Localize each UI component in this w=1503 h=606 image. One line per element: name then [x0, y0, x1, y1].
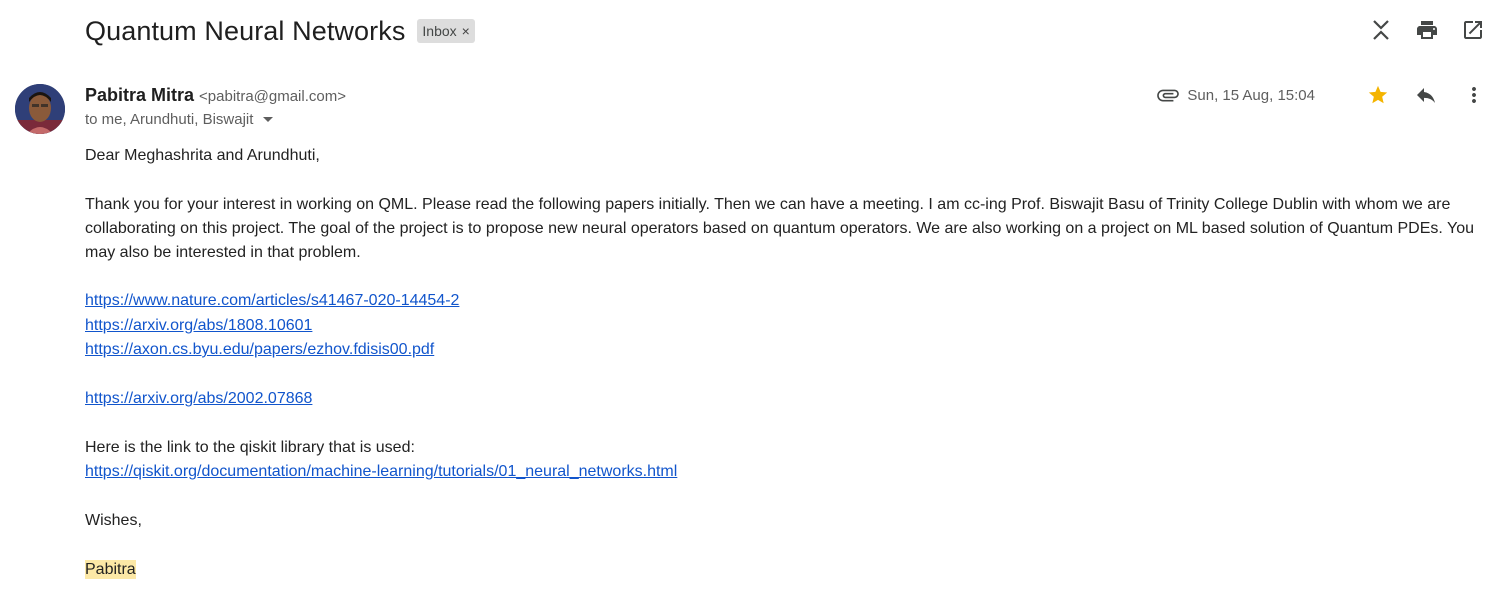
sender-name[interactable]: Pabitra Mitra	[85, 85, 194, 106]
greeting: Dear Meghashrita and Arundhuti,	[85, 147, 320, 164]
subject-row: Quantum Neural Networks Inbox ×	[85, 12, 475, 50]
closing: Wishes,	[85, 512, 142, 529]
reply-icon[interactable]	[1413, 82, 1439, 108]
signature: Pabitra	[85, 559, 136, 579]
paper-link[interactable]: https://www.nature.com/articles/s41467-0…	[85, 289, 1485, 314]
email-view: Quantum Neural Networks Inbox × Pabitra …	[0, 0, 1503, 606]
paper-link[interactable]: https://arxiv.org/abs/1808.10601	[85, 314, 1485, 339]
recipients-line: to me, Arundhuti, Biswajit	[85, 111, 274, 128]
star-icon[interactable]	[1365, 82, 1391, 108]
qiskit-link[interactable]: https://qiskit.org/documentation/machine…	[85, 460, 1485, 485]
print-icon[interactable]	[1415, 18, 1439, 42]
paper-link[interactable]: https://axon.cs.byu.edu/papers/ezhov.fdi…	[85, 338, 1485, 363]
email-subject: Quantum Neural Networks	[85, 15, 406, 46]
more-vert-icon[interactable]	[1461, 82, 1487, 108]
inbox-label-chip[interactable]: Inbox ×	[417, 19, 475, 43]
paper-link[interactable]: https://arxiv.org/abs/2002.07868	[85, 387, 1485, 412]
message-meta: Sun, 15 Aug, 15:04	[1155, 82, 1487, 108]
body-paragraph: Thank you for your interest in working o…	[85, 195, 1474, 261]
open-in-new-window-icon[interactable]	[1461, 18, 1485, 42]
recipients-text: to me, Arundhuti, Biswajit	[85, 111, 254, 128]
thread-actions	[1369, 18, 1485, 42]
attachment-icon	[1155, 82, 1181, 108]
sender-line: Pabitra Mitra <pabitra@gmail.com>	[85, 85, 346, 106]
show-details-dropdown-icon[interactable]	[263, 117, 274, 122]
label-chip-text: Inbox	[422, 22, 457, 39]
sender-avatar[interactable]	[15, 84, 65, 134]
sender-email: <pabitra@gmail.com>	[199, 88, 346, 105]
signature-line: Pabitra	[85, 558, 1485, 582]
qiskit-intro: Here is the link to the qiskit library t…	[85, 439, 415, 456]
message-date: Sun, 15 Aug, 15:04	[1187, 86, 1315, 104]
collapse-icon[interactable]	[1369, 18, 1393, 42]
message-body: Dear Meghashrita and Arundhuti, Thank yo…	[85, 144, 1485, 582]
remove-label-icon[interactable]: ×	[462, 23, 470, 39]
